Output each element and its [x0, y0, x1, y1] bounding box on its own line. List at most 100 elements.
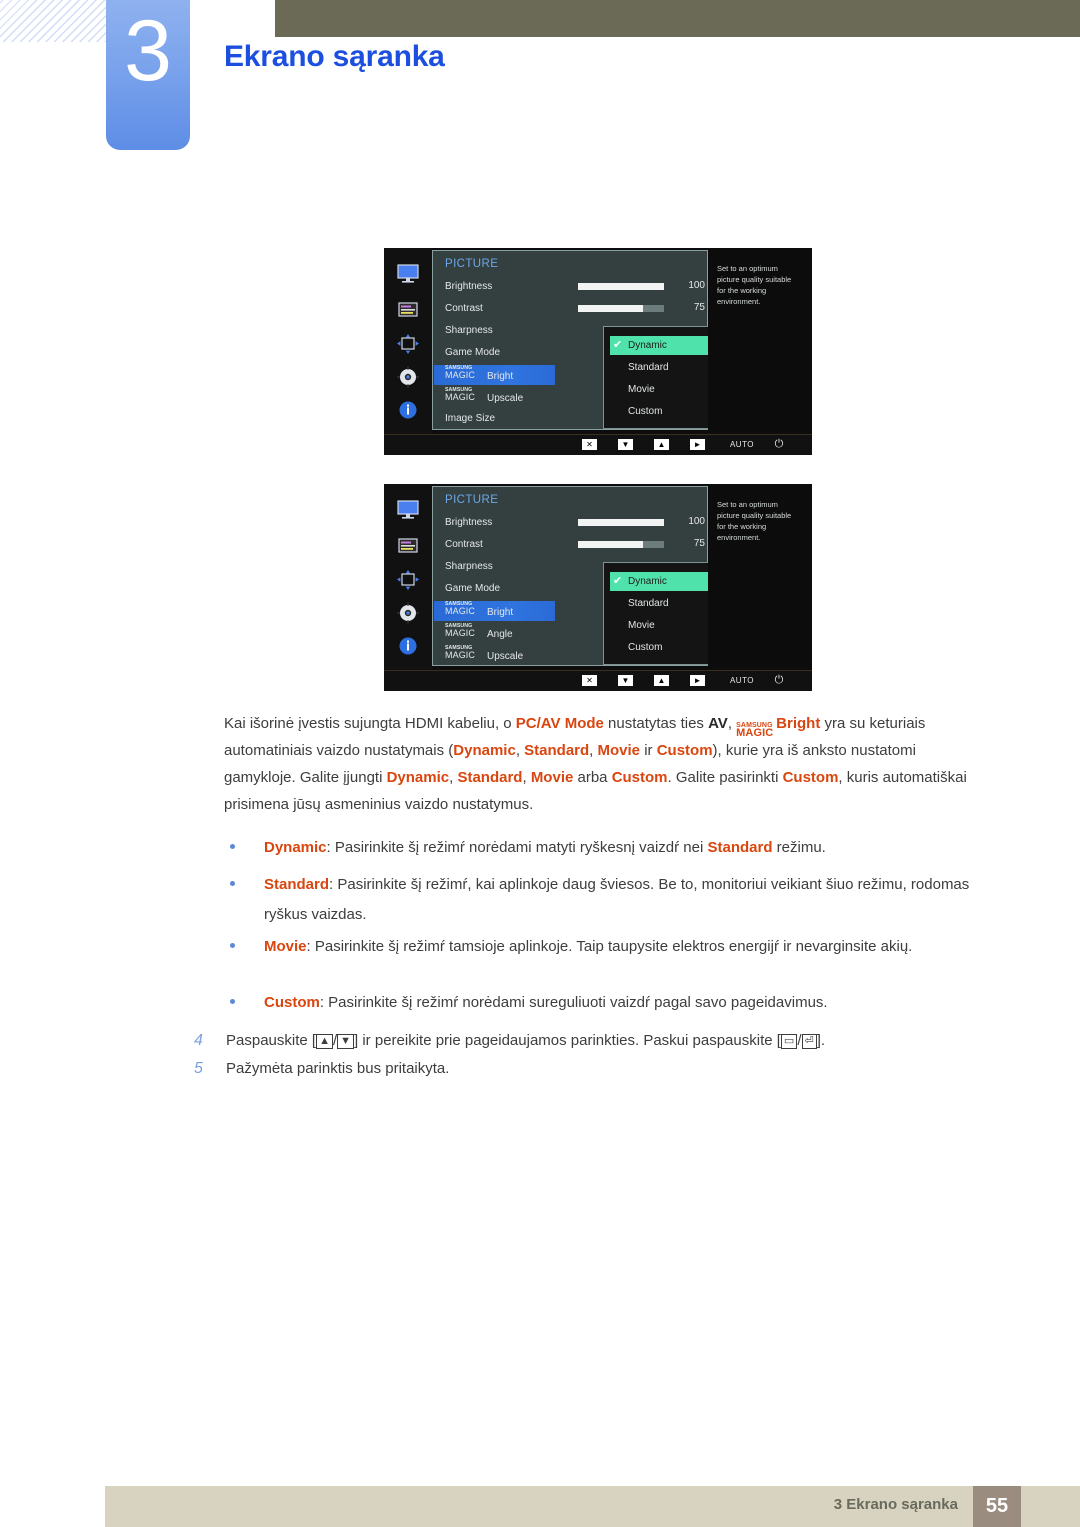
samsung-magic-logo: SAMSUNG MAGIC	[445, 623, 476, 638]
step-text: Pažymėta parinktis bus pritaikyta.	[226, 1060, 450, 1077]
osd-row-contrast[interactable]: Contrast	[445, 303, 483, 314]
osd-row-magicbright-suffix: Bright	[487, 607, 514, 618]
step-item-4: 4 Paspauskite [▲ / ▼] ir pereikite prie pa…	[194, 1027, 984, 1055]
list-item: Custom: Pasirinkite šį režimŕ norėdami s…	[230, 988, 982, 1018]
monitor-icon[interactable]	[396, 263, 420, 285]
osd-help-text: Set to an optimum picture quality suitab…	[708, 250, 810, 430]
information-icon[interactable]	[396, 399, 420, 421]
osd-row-brightness[interactable]: Brightness	[445, 517, 492, 528]
osd-row-sharpness[interactable]: Sharpness	[445, 561, 493, 572]
contrast-slider[interactable]	[578, 305, 664, 312]
step-body: Paspauskite [	[226, 1032, 317, 1049]
step-item-5: 5 Pažymėta parinktis bus pritaikyta.	[194, 1055, 984, 1083]
paragraph-text: Kai išorinė įvestis sujungta HDMI kabeli…	[224, 715, 516, 732]
list-item: Standard: Pasirinkite šį režimŕ, kai apl…	[230, 870, 982, 930]
paragraph-text: ,	[522, 769, 531, 786]
term-custom: Custom	[782, 769, 839, 786]
check-icon: ✔	[613, 575, 623, 587]
bullet-text: Movie: Pasirinkite šį režimŕ tamsioje ap…	[264, 932, 982, 962]
decorative-hatch-pattern	[0, 0, 106, 42]
key-down[interactable]: ▼	[618, 675, 633, 686]
osd-row-magicupscale-suffix: Upscale	[487, 651, 524, 662]
osd-section-title: PICTURE	[445, 494, 499, 506]
osd-icon-rail	[384, 484, 432, 670]
power-icon[interactable]: ⏻	[769, 439, 789, 450]
contrast-slider[interactable]	[578, 541, 664, 548]
term-standard: Standard	[707, 839, 773, 856]
osd-row-magicupscale[interactable]: SAMSUNG MAGIC Upscale	[445, 387, 524, 404]
paragraph-text: ,	[727, 715, 737, 732]
term-custom: Custom	[264, 994, 320, 1011]
osd-body: PICTURE Brightness 100 Contrast 75 Sharp…	[384, 248, 812, 434]
term-pc-av-mode: PC/AV Mode	[515, 715, 604, 732]
monitor-icon[interactable]	[396, 499, 420, 521]
samsung-magic-logo: SAMSUNG MAGIC	[736, 722, 774, 739]
down-arrow-key-icon: ▼	[337, 1034, 355, 1049]
osd-row-magicupscale[interactable]: SAMSUNG MAGIC Upscale	[445, 645, 524, 662]
position-icon[interactable]	[396, 569, 420, 591]
term-movie: Movie	[530, 769, 574, 786]
header-olive-bar	[275, 0, 1080, 37]
osd-row-contrast[interactable]: Contrast	[445, 539, 483, 550]
key-close[interactable]: ✕	[582, 439, 597, 450]
step-body: ].	[816, 1032, 826, 1049]
key-auto[interactable]: AUTO	[722, 675, 762, 686]
key-close[interactable]: ✕	[582, 675, 597, 686]
osd-row-magicangle[interactable]: SAMSUNG MAGIC Angle	[445, 623, 513, 640]
bullet-text: Dynamic: Pasirinkite šį režimŕ norėdami …	[264, 833, 982, 863]
osd-key-bar: ✕ ▼ ▲ ► AUTO ⏻	[384, 670, 812, 691]
dropdown-item-label: Dynamic	[628, 340, 667, 351]
key-enter[interactable]: ►	[690, 439, 705, 450]
onscreen-display-icon[interactable]	[396, 535, 420, 557]
osd-row-brightness[interactable]: Brightness	[445, 281, 492, 292]
term-standard: Standard	[524, 742, 590, 759]
setup-gear-icon[interactable]	[396, 366, 420, 388]
osd-figure-1: PICTURE Brightness 100 Contrast 75 Sharp…	[384, 248, 812, 455]
term-standard: Standard	[264, 876, 330, 893]
position-icon[interactable]	[396, 333, 420, 355]
term-movie: Movie	[597, 742, 641, 759]
paragraph-text: arba	[573, 769, 612, 786]
bullet-body: : Pasirinkite šį režimŕ norėdami matyti …	[326, 839, 708, 856]
term-dynamic: Dynamic	[386, 769, 450, 786]
step-number: 5	[194, 1060, 203, 1077]
dropdown-item-label: Dynamic	[628, 576, 667, 587]
key-up[interactable]: ▲	[654, 439, 669, 450]
power-icon[interactable]: ⏻	[769, 675, 789, 686]
footer-page-number: 55	[973, 1486, 1021, 1527]
paragraph-text: . Galite pasirinkti	[667, 769, 783, 786]
term-dynamic: Dynamic	[453, 742, 516, 759]
step-text: Paspauskite [▲ / ▼] ir pereikite prie page…	[226, 1027, 984, 1055]
contrast-value: 75	[693, 538, 705, 549]
key-down[interactable]: ▼	[618, 439, 633, 450]
osd-row-magicupscale-suffix: Upscale	[487, 393, 524, 404]
osd-icon-rail	[384, 248, 432, 434]
check-icon: ✔	[613, 339, 623, 351]
enter-key-icon: ⏎	[801, 1034, 817, 1049]
osd-body: PICTURE Brightness 100 Contrast 75 Sharp…	[384, 484, 812, 670]
key-enter[interactable]: ►	[690, 675, 705, 686]
osd-main-panel: PICTURE Brightness 100 Contrast 75 Sharp…	[432, 486, 751, 666]
osd-row-magicbright[interactable]: SAMSUNG MAGIC Bright	[445, 601, 514, 618]
bullet-body: režimu.	[772, 839, 826, 856]
brightness-value: 100	[688, 516, 705, 527]
osd-row-image-size[interactable]: Image Size	[445, 413, 495, 424]
bullet-dot-icon	[230, 943, 235, 948]
samsung-magic-logo: SAMSUNG MAGIC	[445, 645, 476, 660]
brightness-slider[interactable]	[578, 519, 664, 526]
information-icon[interactable]	[396, 635, 420, 657]
key-auto[interactable]: AUTO	[722, 439, 762, 450]
term-standard: Standard	[457, 769, 523, 786]
osd-help-text: Set to an optimum picture quality suitab…	[708, 486, 810, 666]
intro-paragraph: Kai išorinė įvestis sujungta HDMI kabeli…	[224, 710, 982, 818]
osd-row-sharpness[interactable]: Sharpness	[445, 325, 493, 336]
osd-row-game-mode[interactable]: Game Mode	[445, 347, 500, 358]
osd-section-title: PICTURE	[445, 258, 499, 270]
setup-gear-icon[interactable]	[396, 602, 420, 624]
brightness-slider[interactable]	[578, 283, 664, 290]
bullet-body: : Pasirinkite šį režimŕ tamsioje aplinko…	[306, 938, 913, 955]
osd-row-game-mode[interactable]: Game Mode	[445, 583, 500, 594]
key-up[interactable]: ▲	[654, 675, 669, 686]
osd-row-magicbright[interactable]: SAMSUNG MAGIC Bright	[445, 365, 513, 382]
onscreen-display-icon[interactable]	[396, 299, 420, 321]
